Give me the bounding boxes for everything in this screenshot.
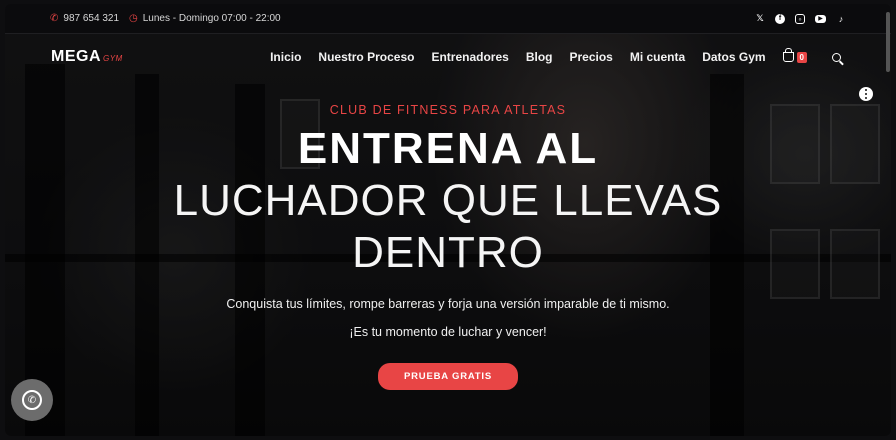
cart-button[interactable]: 0 bbox=[782, 48, 807, 63]
logo-main: MEGA bbox=[51, 48, 101, 65]
page-frame: ✆ 987 654 321 ◷ Lunes - Domingo 07:00 - … bbox=[5, 4, 891, 436]
phone-icon: ✆ bbox=[50, 13, 59, 24]
phone-info[interactable]: ✆ 987 654 321 bbox=[50, 13, 119, 24]
hero-title-line-1: LUCHADOR QUE LLEVAS bbox=[173, 176, 723, 225]
facebook-icon[interactable]: f bbox=[775, 13, 785, 24]
whatsapp-icon: ✆ bbox=[22, 390, 42, 410]
page-scrollbar[interactable] bbox=[885, 4, 891, 436]
main-navigation: MEGA GYM Inicio Nuestro Proceso Entrenad… bbox=[5, 35, 891, 79]
cart-count-badge: 0 bbox=[796, 51, 807, 63]
nav-item-precios[interactable]: Precios bbox=[569, 50, 612, 64]
top-info-bar: ✆ 987 654 321 ◷ Lunes - Domingo 07:00 - … bbox=[5, 4, 891, 34]
nav-item-blog[interactable]: Blog bbox=[526, 50, 553, 64]
nav-item-inicio[interactable]: Inicio bbox=[270, 50, 301, 64]
scrollbar-thumb[interactable] bbox=[886, 12, 890, 72]
shopping-bag-icon bbox=[782, 48, 794, 62]
hero-title-line-2: DENTRO bbox=[352, 228, 544, 277]
free-trial-button[interactable]: PRUEBA GRATIS bbox=[378, 363, 518, 390]
social-links: 𝕏 f ◦ ▶ ♪ bbox=[755, 13, 846, 24]
logo-accent: GYM bbox=[103, 54, 123, 63]
nav-item-datos-gym[interactable]: Datos Gym bbox=[702, 50, 765, 64]
x-icon[interactable]: 𝕏 bbox=[755, 13, 765, 24]
site-logo[interactable]: MEGA GYM bbox=[51, 48, 123, 66]
phone-number: 987 654 321 bbox=[63, 13, 120, 24]
hero-subtitle-2: ¡Es tu momento de luchar y vencer! bbox=[349, 325, 547, 339]
nav-item-entrenadores[interactable]: Entrenadores bbox=[431, 50, 508, 64]
whatsapp-button[interactable]: ✆ bbox=[11, 379, 53, 421]
search-icon[interactable] bbox=[832, 52, 841, 62]
nav-menu: Inicio Nuestro Proceso Entrenadores Blog… bbox=[270, 48, 841, 64]
tiktok-icon[interactable]: ♪ bbox=[836, 14, 846, 24]
youtube-icon[interactable]: ▶ bbox=[815, 14, 826, 23]
instagram-icon[interactable]: ◦ bbox=[795, 13, 805, 24]
hours-info: ◷ Lunes - Domingo 07:00 - 22:00 bbox=[129, 13, 281, 24]
hero-title-bold: ENTRENA AL bbox=[297, 124, 599, 173]
hero-subtitle: Conquista tus límites, rompe barreras y … bbox=[226, 297, 670, 311]
hero-kicker: CLUB DE FITNESS PARA ATLETAS bbox=[329, 103, 567, 117]
hero-section: CLUB DE FITNESS PARA ATLETAS ENTRENA AL … bbox=[5, 99, 891, 390]
nav-item-mi-cuenta[interactable]: Mi cuenta bbox=[630, 50, 685, 64]
nav-item-nuestro-proceso[interactable]: Nuestro Proceso bbox=[318, 50, 414, 64]
opening-hours: Lunes - Domingo 07:00 - 22:00 bbox=[142, 13, 281, 24]
clock-icon: ◷ bbox=[129, 13, 138, 24]
